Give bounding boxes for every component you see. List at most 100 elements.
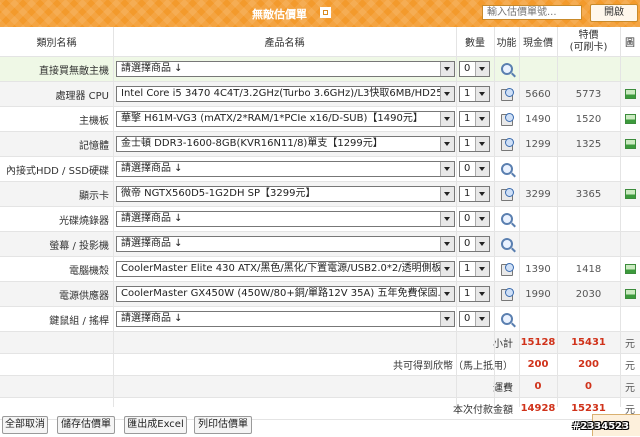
search-icon[interactable]: [500, 163, 513, 175]
row-cash-price: 1990: [525, 288, 551, 300]
summary-cash: 14928: [520, 403, 556, 414]
summary-special: 200: [578, 359, 599, 370]
note-icon[interactable]: [500, 113, 514, 126]
row-cash-price: [519, 207, 557, 231]
chevron-down-icon: [475, 162, 489, 176]
quantity-select-value: 1: [464, 288, 471, 299]
chevron-down-icon: [440, 137, 454, 151]
chevron-down-icon: [475, 212, 489, 226]
row-function: [494, 107, 519, 131]
search-icon[interactable]: [500, 313, 513, 325]
popup-icon[interactable]: [320, 7, 331, 18]
chevron-down-icon: [475, 237, 489, 251]
row-special-price: [557, 307, 620, 331]
search-icon[interactable]: [500, 63, 513, 75]
summary-cash: 200: [527, 359, 549, 370]
save-quote-button[interactable]: 儲存估價單: [57, 416, 115, 434]
note-icon[interactable]: [500, 138, 514, 151]
note-icon[interactable]: [500, 288, 514, 301]
quantity-select-value: 0: [464, 63, 471, 74]
product-select[interactable]: CoolerMaster GX450W (450W/80+銅/單路12V 35A…: [116, 286, 455, 302]
row-function: [494, 232, 519, 256]
quantity-select[interactable]: 0: [459, 211, 490, 227]
summary-cash: 0: [534, 381, 542, 392]
quantity-select-value: 1: [464, 88, 471, 99]
cancel-all-button[interactable]: 全部取消: [2, 416, 48, 434]
product-select[interactable]: 微帝 NGTX560D5-1G2DH SP【3299元】: [116, 186, 455, 202]
image-icon[interactable]: [624, 139, 636, 149]
product-select[interactable]: 請選擇商品 ↓: [116, 61, 455, 77]
quantity-select[interactable]: 0: [459, 161, 490, 177]
quote-number-input[interactable]: [482, 5, 582, 20]
row-image: [620, 107, 640, 131]
product-select[interactable]: Intel Core i5 3470 4C4T/3.2GHz(Turbo 3.6…: [116, 86, 455, 102]
row-function: [494, 82, 519, 106]
quantity-select-value: 1: [464, 138, 471, 149]
col-category: 類別名稱: [36, 38, 77, 49]
product-select-value: 微帝 NGTX560D5-1G2DH SP【3299元】: [121, 188, 316, 199]
product-select[interactable]: 請選擇商品 ↓: [116, 236, 455, 252]
search-icon[interactable]: [500, 238, 513, 250]
image-icon[interactable]: [624, 114, 636, 124]
image-icon[interactable]: [624, 264, 636, 274]
chevron-down-icon: [440, 62, 454, 76]
row-function: [494, 282, 519, 306]
chevron-down-icon: [440, 87, 454, 101]
product-select[interactable]: 金士頓 DDR3-1600-8GB(KVR16N11/8)單支【1299元】: [116, 136, 455, 152]
quantity-select-value: 1: [464, 113, 471, 124]
row-cash-price: 5660: [525, 88, 551, 100]
quantity-select[interactable]: 1: [459, 136, 490, 152]
summary-row: 運費 0 0 元: [0, 376, 640, 398]
quantity-select[interactable]: 1: [459, 286, 490, 302]
image-icon[interactable]: [624, 189, 636, 199]
print-quote-button[interactable]: 列印估價單: [194, 416, 252, 434]
row-function: [494, 207, 519, 231]
row-category: 螢幕 / 投影機: [49, 240, 109, 252]
product-select[interactable]: 請選擇商品 ↓: [116, 311, 455, 327]
note-icon[interactable]: [500, 188, 514, 201]
product-select-value: 請選擇商品 ↓: [121, 163, 183, 174]
row-function: [494, 307, 519, 331]
quantity-select[interactable]: 0: [459, 236, 490, 252]
product-select[interactable]: 請選擇商品 ↓: [116, 211, 455, 227]
product-select[interactable]: 華擎 H61M-VG3 (mATX/2*RAM/1*PCIe x16/D-SUB…: [116, 111, 455, 127]
col-product: 產品名稱: [264, 38, 305, 49]
image-icon[interactable]: [624, 289, 636, 299]
note-icon[interactable]: [500, 88, 514, 101]
quantity-select[interactable]: 0: [459, 311, 490, 327]
chevron-down-icon: [475, 112, 489, 126]
export-excel-button[interactable]: 匯出成Excel: [124, 416, 187, 434]
row-image: [620, 157, 640, 181]
quantity-select[interactable]: 0: [459, 61, 490, 77]
product-select[interactable]: CoolerMaster Elite 430 ATX/黑色/黑化/下置電源/US…: [116, 261, 455, 277]
quantity-select[interactable]: 1: [459, 111, 490, 127]
chevron-down-icon: [475, 287, 489, 301]
row-image: [620, 57, 640, 81]
row-category: 顯示卡: [79, 190, 109, 202]
product-select[interactable]: 請選擇商品 ↓: [116, 161, 455, 177]
quantity-select[interactable]: 1: [459, 86, 490, 102]
row-cash-price: 3299: [525, 188, 551, 200]
row-image: [620, 182, 640, 206]
summary-unit: 元: [625, 361, 635, 372]
product-select-value: 請選擇商品 ↓: [121, 213, 183, 224]
col-qty: 數量: [465, 38, 485, 49]
product-select-value: CoolerMaster GX450W (450W/80+銅/單路12V 35A…: [121, 288, 447, 299]
row-category: 內接式HDD / SSD硬碟: [5, 165, 109, 177]
image-icon[interactable]: [624, 89, 636, 99]
open-button[interactable]: 開啟: [590, 4, 638, 22]
quantity-select-value: 0: [464, 238, 471, 249]
search-icon[interactable]: [500, 213, 513, 225]
summary-special: 0: [585, 381, 592, 392]
title-bar: 無敵估價單 開啟: [0, 0, 640, 28]
quantity-select[interactable]: 1: [459, 261, 490, 277]
quantity-select[interactable]: 1: [459, 186, 490, 202]
row-function: [494, 182, 519, 206]
note-icon[interactable]: [500, 263, 514, 276]
table-row: 內接式HDD / SSD硬碟 請選擇商品 ↓ 0: [0, 157, 640, 182]
col-image: 圖: [625, 38, 635, 49]
row-image: [620, 82, 640, 106]
table-row: 光碟燒錄器 請選擇商品 ↓ 0: [0, 207, 640, 232]
row-special-price: 2030: [575, 288, 602, 300]
table-row: 記憶體 金士頓 DDR3-1600-8GB(KVR16N11/8)單支【1299元…: [0, 132, 640, 157]
